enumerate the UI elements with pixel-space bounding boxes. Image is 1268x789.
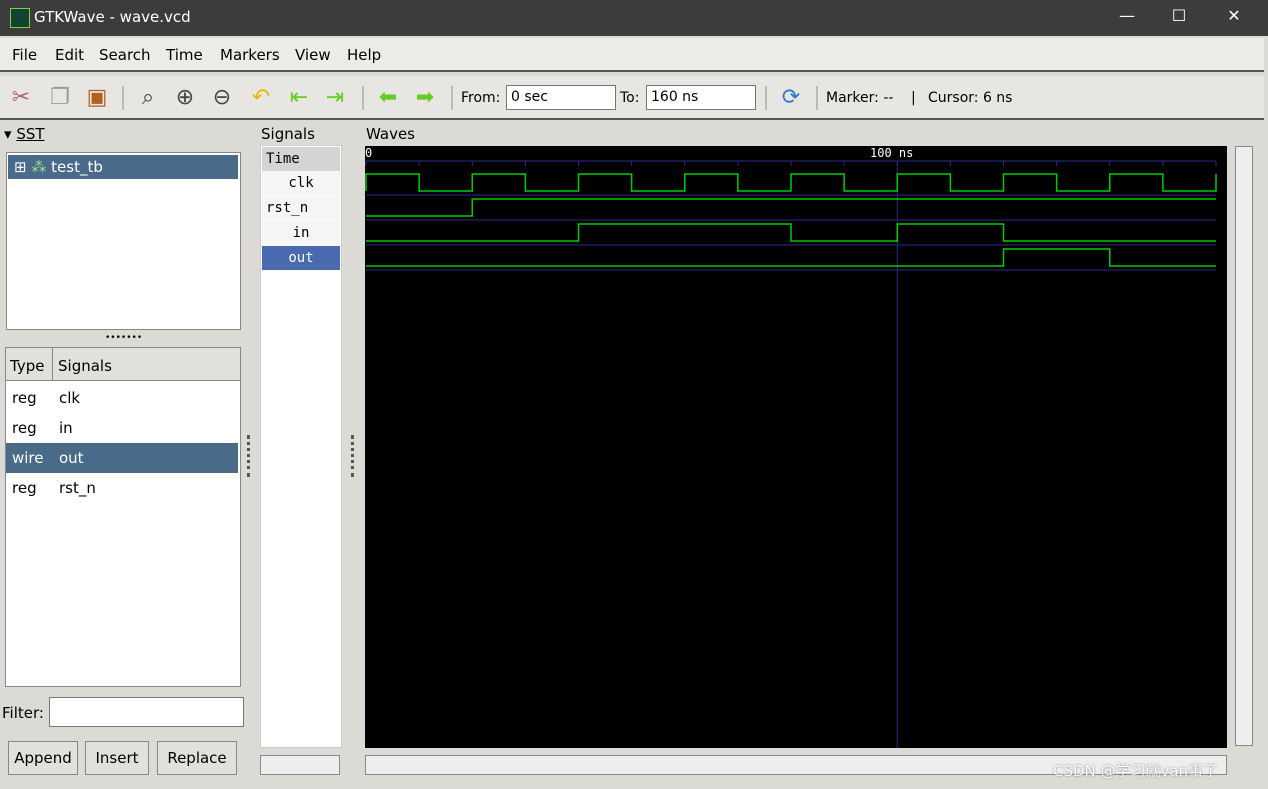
signals-list: Type Signals reg clk reg in wire out reg rst… [5, 347, 241, 687]
zoom-to-end-icon[interactable]: ⇥ [320, 83, 350, 113]
menu-time[interactable]: Time [166, 46, 203, 64]
watermark: CSDN @学习就van事了 [1053, 762, 1219, 780]
separator [451, 86, 453, 110]
pane-resize-handle[interactable] [351, 435, 354, 477]
column-type[interactable]: Type [6, 348, 53, 381]
signal-row-selected[interactable]: wire out [6, 443, 238, 473]
window-title: GTKWave - wave.vcd [34, 8, 191, 26]
separator [765, 86, 767, 110]
waves-title: Waves [366, 125, 415, 143]
signal-item-out[interactable]: out [262, 246, 340, 270]
left-arrow-icon[interactable]: ⬅ [373, 83, 403, 113]
reload-icon[interactable]: ⟳ [776, 83, 806, 113]
filter-input[interactable] [49, 697, 244, 727]
from-input[interactable]: 0 sec [506, 85, 616, 110]
menu-markers[interactable]: Markers [220, 46, 280, 64]
signals-hscrollbar[interactable] [260, 755, 340, 775]
signal-name: rst_n [59, 479, 96, 497]
marker-readout: Marker: -- [826, 90, 894, 106]
waveform-rst-n [366, 198, 1216, 217]
menu-view[interactable]: View [295, 46, 331, 64]
signal-name: out [59, 449, 84, 467]
sst-tree: ⊞ ⁂ test_tb [6, 152, 241, 330]
signals-title: Signals [261, 125, 315, 143]
waveform-out [366, 248, 1216, 267]
append-button[interactable]: Append [8, 741, 78, 775]
signal-type: reg [12, 419, 37, 437]
toolbar: ✂ ❐ ▣ ⌕ ⊕ ⊖ ↶ ⇤ ⇥ ⬅ ➡ From: 0 sec To: 16… [0, 76, 1264, 120]
signal-name: clk [59, 389, 81, 407]
readout-divider: | [911, 90, 916, 106]
to-input[interactable]: 160 ns [646, 85, 756, 110]
expand-icon[interactable]: ⊞ [14, 158, 27, 176]
from-label: From: [461, 90, 501, 106]
title-bar: GTKWave - wave.vcd — ☐ ✕ [0, 0, 1268, 36]
menu-search[interactable]: Search [99, 46, 151, 64]
app-icon [10, 8, 30, 28]
menu-bar: File Edit Search Time Markers View Help [0, 38, 1264, 72]
signal-type: wire [12, 449, 44, 467]
menu-help[interactable]: Help [347, 46, 381, 64]
signal-row[interactable]: reg rst_n [6, 473, 238, 503]
signal-type: reg [12, 479, 37, 497]
hierarchy-icon: ⁂ [31, 158, 47, 176]
zoom-out-icon[interactable]: ⊖ [207, 83, 237, 113]
copy-icon[interactable]: ❐ [45, 83, 75, 113]
zoom-fit-icon[interactable]: ⌕ [133, 83, 163, 113]
signal-name: in [59, 419, 73, 437]
tree-item-test-tb[interactable]: ⊞ ⁂ test_tb [8, 155, 238, 179]
cursor-readout: Cursor: 6 ns [928, 90, 1013, 106]
waveform-clk [365, 173, 1217, 192]
to-label: To: [620, 90, 640, 106]
signal-type: reg [12, 389, 37, 407]
replace-button[interactable]: Replace [157, 741, 237, 775]
waves-canvas[interactable]: 0 100 ns [365, 146, 1227, 748]
sst-title: SST [16, 125, 45, 143]
pane-resize-handle[interactable] [247, 435, 250, 477]
signal-row[interactable]: reg clk [6, 383, 238, 413]
undo-zoom-icon[interactable]: ↶ [246, 83, 276, 113]
cut-icon[interactable]: ✂ [6, 83, 36, 113]
signal-row[interactable]: reg in [6, 413, 238, 443]
menu-edit[interactable]: Edit [55, 46, 84, 64]
tree-item-label: test_tb [51, 158, 103, 176]
signal-item-clk[interactable]: clk [262, 171, 340, 195]
waveform-plot [365, 160, 1217, 748]
separator [362, 86, 364, 110]
minimize-button[interactable]: — [1115, 6, 1139, 28]
filter-label: Filter: [2, 704, 44, 722]
triangle-down-icon: ▾ [4, 125, 17, 143]
signal-item-in[interactable]: in [262, 221, 340, 245]
maximize-button[interactable]: ☐ [1167, 6, 1191, 28]
waveform-in [366, 223, 1216, 242]
column-signals[interactable]: Signals [53, 348, 240, 381]
separator [122, 86, 124, 110]
waves-vscrollbar[interactable] [1235, 146, 1253, 746]
separator [816, 86, 818, 110]
insert-button[interactable]: Insert [85, 741, 149, 775]
menu-file[interactable]: File [12, 46, 37, 64]
zoom-to-start-icon[interactable]: ⇤ [284, 83, 314, 113]
paste-icon[interactable]: ▣ [82, 83, 112, 113]
time-header: Time [262, 147, 340, 171]
right-arrow-icon[interactable]: ➡ [410, 83, 440, 113]
zoom-in-icon[interactable]: ⊕ [170, 83, 200, 113]
close-button[interactable]: ✕ [1222, 6, 1246, 28]
pane-resize-handle[interactable]: ••••••• [105, 333, 142, 343]
signal-item-rst-n[interactable]: rst_n [262, 196, 340, 220]
sst-expander[interactable]: ▾ SST [4, 125, 45, 143]
